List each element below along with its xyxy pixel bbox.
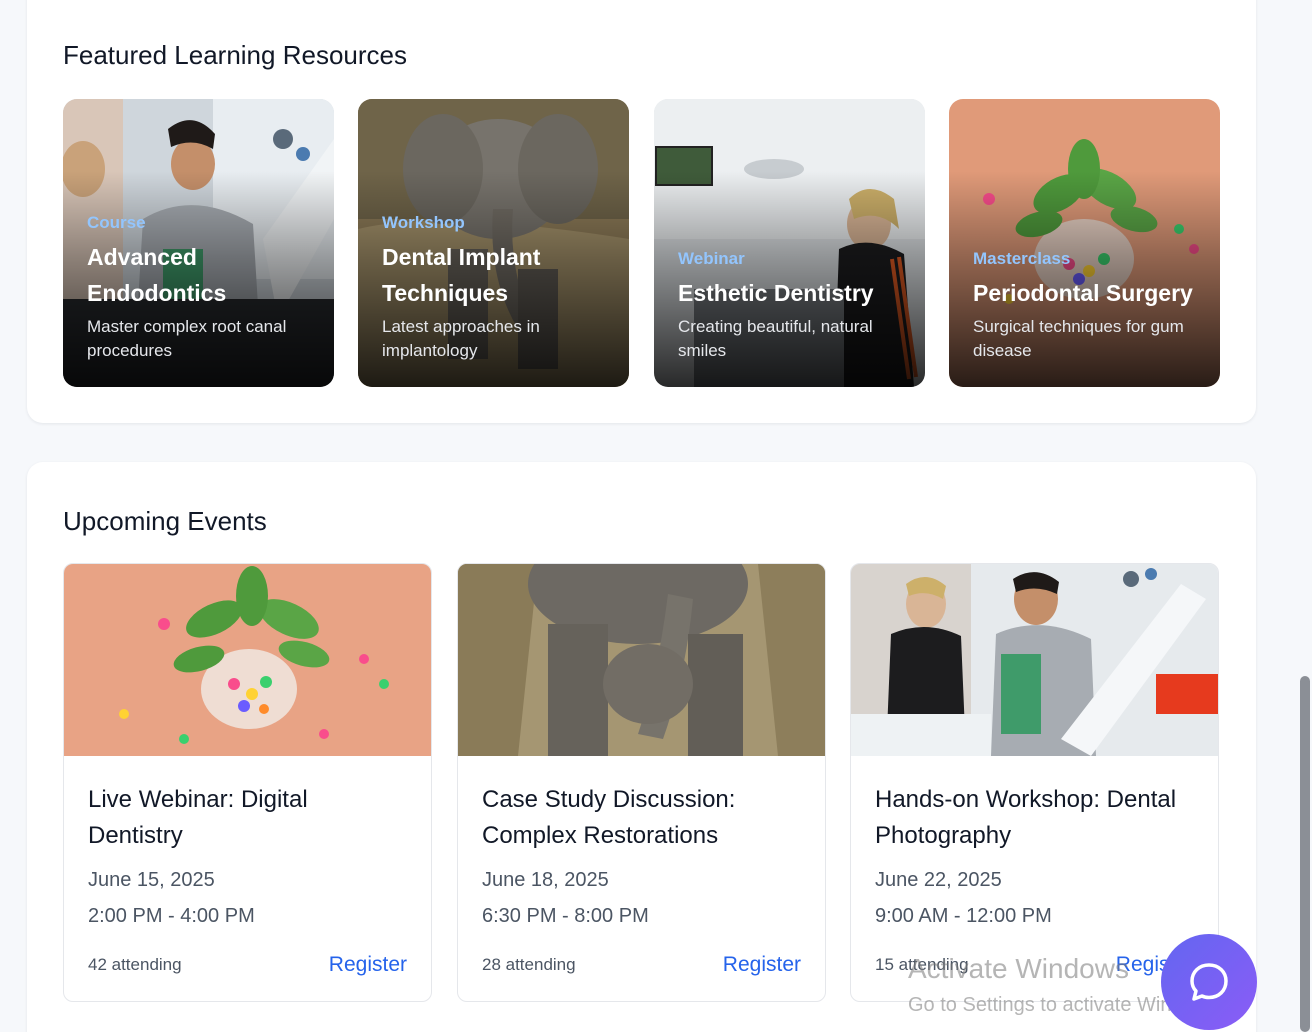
event-attending-count: 15 attending	[875, 955, 969, 974]
resource-description: Creating beautiful, natural smiles	[678, 317, 873, 360]
resource-category: Workshop	[382, 213, 465, 232]
event-card-complex-restorations: Case Study Discussion: Complex Restorati…	[457, 563, 826, 1002]
resource-description: Latest approaches in implantology	[382, 317, 540, 360]
event-time: 9:00 AM - 12:00 PM	[875, 905, 1052, 927]
event-attending-count: 42 attending	[88, 955, 182, 974]
resource-title: Advanced Endodontics	[87, 244, 227, 306]
event-title: Hands-on Workshop: Dental Photography	[875, 786, 1177, 849]
resource-title: Dental Implant Techniques	[382, 244, 541, 306]
event-time: 2:00 PM - 4:00 PM	[88, 905, 255, 927]
resource-card-periodontal-surgery[interactable]: Masterclass Periodontal Surgery Surgical…	[949, 99, 1220, 387]
resource-card-dental-implant-techniques[interactable]: Workshop Dental Implant Techniques Lates…	[358, 99, 629, 387]
chat-button[interactable]	[1161, 934, 1257, 1030]
resource-description: Surgical techniques for gum disease	[973, 317, 1184, 360]
elephant-photo	[458, 564, 825, 756]
register-button[interactable]: Register	[329, 953, 407, 977]
event-attending-count: 28 attending	[482, 955, 576, 974]
register-button[interactable]: Register	[723, 953, 801, 977]
event-title: Live Webinar: Digital Dentistry	[88, 786, 308, 849]
event-date: June 18, 2025	[482, 869, 609, 891]
scrollbar-thumb[interactable]	[1300, 676, 1310, 1032]
event-date: June 22, 2025	[875, 869, 1002, 891]
resource-title: Esthetic Dentistry	[678, 280, 874, 306]
event-title: Case Study Discussion: Complex Restorati…	[482, 786, 736, 849]
event-date: June 15, 2025	[88, 869, 215, 891]
resource-card-esthetic-dentistry[interactable]: Webinar Esthetic Dentistry Creating beau…	[654, 99, 925, 387]
resource-category: Webinar	[678, 249, 745, 268]
dentist-patient-photo	[851, 564, 1218, 756]
featured-resources-section: Featured Learning Resources Course Advan…	[27, 0, 1256, 423]
section-title-events: Upcoming Events	[63, 506, 267, 536]
plant-bowl-photo	[64, 564, 431, 756]
resource-card-advanced-endodontics[interactable]: Course Advanced Endodontics Master compl…	[63, 99, 334, 387]
chat-bubble-icon	[1190, 963, 1228, 1001]
event-card-digital-dentistry: Live Webinar: Digital Dentistry June 15,…	[63, 563, 432, 1002]
event-time: 6:30 PM - 8:00 PM	[482, 905, 649, 927]
upcoming-events-section: Upcoming Events Live Webinar: Digital De…	[27, 462, 1256, 1032]
resource-category: Masterclass	[973, 249, 1071, 268]
resource-description: Master complex root canal procedures	[87, 317, 287, 360]
resource-category: Course	[87, 213, 146, 232]
event-card-dental-photography: Hands-on Workshop: Dental Photography Ju…	[850, 563, 1219, 1002]
section-title-featured: Featured Learning Resources	[63, 40, 407, 70]
page-scrollbar[interactable]	[1298, 0, 1312, 1032]
resource-title: Periodontal Surgery	[973, 280, 1193, 306]
